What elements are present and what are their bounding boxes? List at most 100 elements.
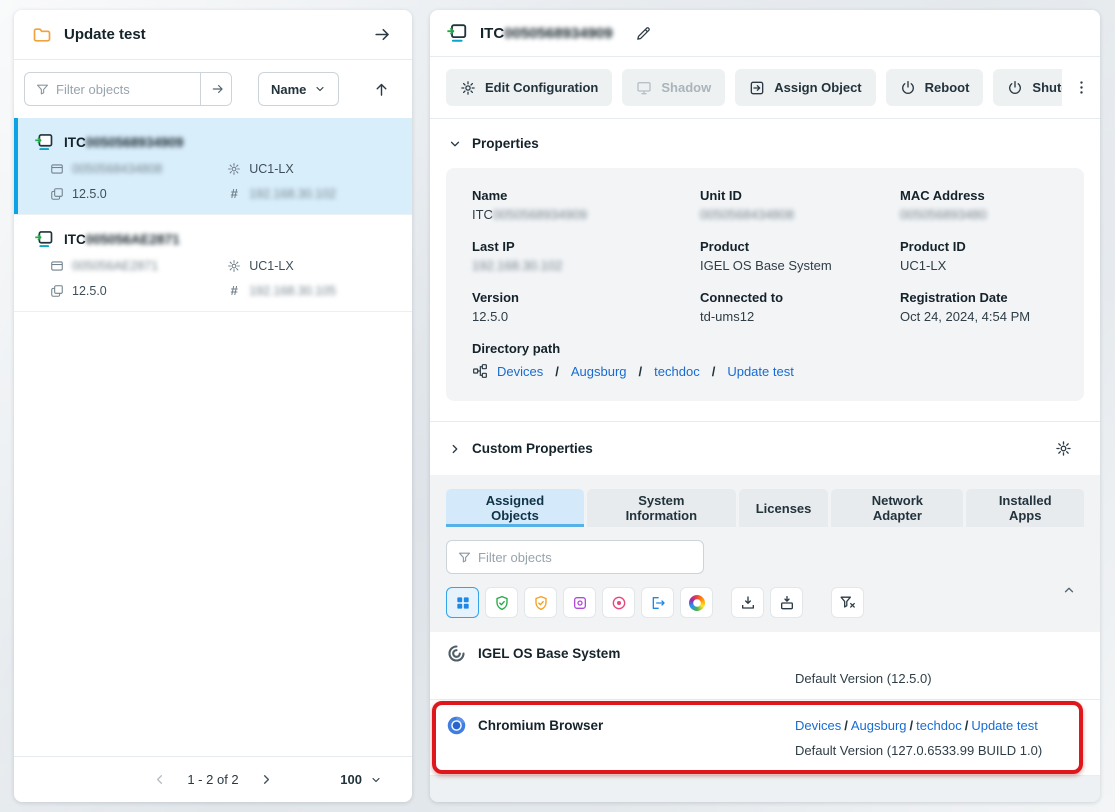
chevron-right-icon [259,772,274,787]
arrow-right-icon [211,82,225,96]
filter-sessions-button[interactable] [602,587,635,618]
field-registration-date: Registration Date Oct 24, 2024, 4:54 PM [900,290,1058,324]
sort-field-dropdown[interactable]: Name [258,72,339,106]
sort-direction-button[interactable] [371,79,392,100]
app-window-icon [572,595,588,611]
tree-icon [472,363,488,379]
path-link-devices[interactable]: Devices [795,718,841,733]
pencil-icon [635,25,652,42]
clear-filter-button[interactable] [831,587,864,618]
assign-object-button[interactable]: Assign Object [735,69,875,106]
filter-priority-profiles-button[interactable] [524,587,557,618]
chevron-left-icon [152,772,167,787]
device-name: ITC005056AE2871 [64,232,180,247]
filter-clear-icon [839,594,856,611]
device-title: ITC0050568934909 [480,25,613,42]
device-meta-grid: 0050568434808 UC1-LX 12.5.0 #192.168.30.… [34,162,396,201]
device-unit-id: 005056AE2871 [50,259,227,273]
rename-device-button[interactable] [633,23,654,44]
filter-all-objects-button[interactable] [446,587,479,618]
device-product-id: UC1-LX [227,259,396,273]
tab-installed-apps[interactable]: Installed Apps [966,489,1084,527]
device-product-id: UC1-LX [227,162,396,176]
breadcrumb-link-update-test[interactable]: Update test [727,364,794,379]
filter-files-button[interactable] [731,587,764,618]
package-import-icon [779,595,795,611]
chromium-icon [446,715,467,736]
properties-section-title: Properties [472,136,539,151]
device-version: 12.5.0 [50,186,227,201]
filter-wallpaper-button[interactable] [680,587,713,618]
breadcrumb: Devices / Augsburg / techdoc / Update te… [472,363,1058,379]
field-directory-path: Directory path Devices / Augsburg / tech… [472,341,1058,379]
breadcrumb-link-augsburg[interactable]: Augsburg [571,364,627,379]
chevron-right-icon [448,442,462,456]
filter-profiles-button[interactable] [485,587,518,618]
device-row-header: ITC005056AE2871 [34,229,396,249]
device-row-header: ITC0050568934909 [34,132,396,152]
folder-title: Update test [64,26,359,43]
breadcrumb-link-devices[interactable]: Devices [497,364,543,379]
device-ip: #192.168.30.105 [227,283,396,298]
object-type-filter-bar [446,587,1084,618]
assigned-object-row[interactable]: IGEL OS Base System Default Version (12.… [430,632,1100,700]
detail-panel-filler [430,776,1100,802]
masked-text: 0050568934909 [86,135,184,150]
shadow-button[interactable]: Shadow [622,69,725,106]
masked-text: 0050568934909 [504,25,612,42]
assigned-objects-filter-input[interactable] [478,550,703,565]
page-size-value: 100 [340,772,362,787]
device-icon [34,229,54,249]
page-size-dropdown[interactable]: 100 [340,757,382,802]
properties-section-toggle[interactable]: Properties [430,119,1100,166]
filter-logoff-button[interactable] [641,587,674,618]
assigned-object-row-highlighted[interactable]: Chromium Browser Devices / Augsburg / te… [430,700,1100,776]
tab-network-adapter[interactable]: Network Adapter [831,489,963,527]
collapse-filter-bar-button[interactable] [1060,581,1078,599]
device-row[interactable]: ITC005056AE2871 005056AE2871 UC1-LX 12.5… [14,215,412,312]
funnel-icon [35,82,50,97]
collapse-panel-button[interactable] [371,23,394,46]
field-product: Product IGEL OS Base System [700,239,900,273]
field-unit-id: Unit ID 0050568434808 [700,188,900,222]
tab-licenses[interactable]: Licenses [739,489,829,527]
folder-icon [32,25,52,45]
tab-assigned-objects[interactable]: Assigned Objects [446,489,584,527]
custom-properties-settings-button[interactable] [1053,438,1074,459]
path-link-update-test[interactable]: Update test [971,718,1038,733]
masked-text: 0050568434808 [700,207,794,222]
path-link-techdoc[interactable]: techdoc [916,718,962,733]
download-tray-icon [740,595,756,611]
color-wheel-icon [689,595,705,611]
reboot-button[interactable]: Reboot [886,69,984,106]
device-list: ITC0050568934909 0050568434808 UC1-LX 12… [14,118,412,756]
edit-configuration-button[interactable]: Edit Configuration [446,69,612,106]
chevron-up-icon [1062,583,1076,597]
shield-green-icon [494,595,510,611]
chevron-down-icon [370,774,382,786]
power-icon [900,80,916,96]
breadcrumb-link-techdoc[interactable]: techdoc [654,364,700,379]
more-actions-button[interactable] [1071,77,1092,98]
assigned-object-name: IGEL OS Base System [446,641,795,666]
hash-icon: # [227,186,241,201]
previous-page-button[interactable] [150,770,169,789]
device-row-selected[interactable]: ITC0050568934909 0050568434808 UC1-LX 12… [14,118,412,215]
next-page-button[interactable] [257,770,276,789]
filter-apps-button[interactable] [563,587,596,618]
field-version: Version 12.5.0 [472,290,700,324]
pagination-range: 1 - 2 of 2 [187,772,238,787]
chevron-down-icon [448,137,462,151]
toolbar-overflow [1062,57,1100,118]
tab-system-information[interactable]: System Information [587,489,736,527]
custom-properties-section-toggle[interactable]: Custom Properties [430,422,1100,475]
path-link-augsburg[interactable]: Augsburg [851,718,907,733]
record-circle-icon [611,595,627,611]
filter-objects-input[interactable] [56,82,200,97]
filter-objects-group [24,72,232,106]
filter-update-packages-button[interactable] [770,587,803,618]
gear-icon [227,259,241,273]
apply-filter-button[interactable] [200,73,231,105]
field-product-id: Product ID UC1-LX [900,239,1058,273]
field-last-ip: Last IP 192.168.30.102 [472,239,700,273]
